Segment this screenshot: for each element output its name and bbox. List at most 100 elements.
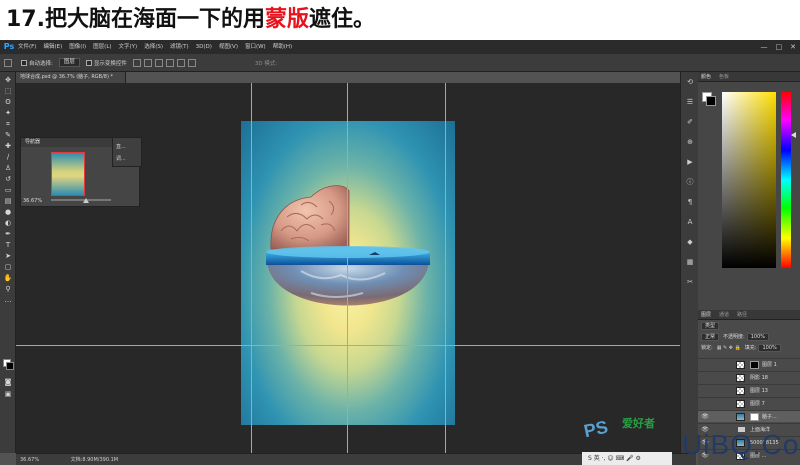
menu-3d[interactable]: 3D(D) (196, 40, 212, 54)
tab-layers[interactable]: 图层 (701, 311, 711, 318)
document-tab[interactable]: 地球合成.psd @ 36.7% (脑子, RGB/8) * (16, 72, 126, 83)
menu-type[interactable]: 文字(Y) (119, 40, 138, 54)
align-left-icon[interactable] (165, 58, 174, 67)
gradient-tool-icon[interactable]: ▤ (3, 197, 13, 206)
navigator-zoom-value[interactable]: 36.67% (23, 198, 42, 204)
move-tool-preset[interactable] (4, 58, 15, 67)
fill-input[interactable]: 100% (758, 343, 781, 352)
auto-select-checkbox[interactable] (21, 59, 27, 66)
opacity-input[interactable]: 100% (746, 332, 769, 341)
navigator-zoom-slider[interactable] (51, 199, 111, 201)
libraries-panel-icon[interactable]: ▦ (685, 258, 695, 267)
minimize-button[interactable]: — (761, 43, 768, 51)
close-button[interactable]: ✕ (790, 43, 796, 51)
dodge-tool-icon[interactable]: ◐ (3, 219, 13, 228)
color-panel-background[interactable] (706, 96, 716, 106)
pen-tool-icon[interactable]: ✒ (3, 230, 13, 239)
align-top-icon[interactable] (132, 58, 141, 67)
align-right-icon[interactable] (187, 58, 196, 67)
healing-brush-tool-icon[interactable]: ✚ (3, 142, 13, 151)
menu-file[interactable]: 文件(F) (18, 40, 36, 54)
brush-tool-icon[interactable]: ∕ (3, 153, 13, 162)
brush-panel-icon[interactable]: ✐ (685, 118, 695, 127)
layer-row[interactable]: 阴影 18 (698, 371, 800, 383)
menu-filter[interactable]: 滤镜(T) (170, 40, 189, 54)
path-selection-tool-icon[interactable]: ➤ (3, 252, 13, 261)
adjustments-tab[interactable]: 调... (116, 155, 126, 162)
quick-mask-icon[interactable]: ◙ (3, 378, 13, 387)
visibility-eye-icon[interactable] (701, 400, 709, 408)
type-tool-icon[interactable]: T (3, 241, 13, 250)
menu-window[interactable]: 窗口(W) (245, 40, 266, 54)
artboard[interactable] (241, 121, 455, 425)
more-tools-icon[interactable]: … (3, 296, 13, 305)
styles-panel-icon[interactable]: ◆ (685, 238, 695, 247)
menu-edit[interactable]: 编辑(E) (43, 40, 62, 54)
screen-mode-icon[interactable]: ▣ (3, 390, 13, 399)
menu-help[interactable]: 帮助(H) (273, 40, 292, 54)
shape-tool-icon[interactable]: ▢ (3, 263, 13, 272)
visibility-eye-icon[interactable] (701, 387, 709, 395)
actions-panel-icon[interactable]: ▶ (685, 158, 695, 167)
tab-paths[interactable]: 路径 (737, 311, 747, 318)
menu-image[interactable]: 图像(I) (69, 40, 86, 54)
paragraph-panel-icon[interactable]: ¶ (685, 198, 695, 207)
crop-tool-icon[interactable]: ⌗ (3, 120, 13, 129)
layer-thumbnail (736, 387, 745, 395)
auto-select-dropdown[interactable]: 图层 (58, 58, 80, 67)
lasso-tool-icon[interactable]: ʘ (3, 98, 13, 107)
blend-mode-dropdown[interactable]: 正常 (701, 332, 720, 341)
hue-slider[interactable] (781, 92, 791, 268)
status-zoom[interactable]: 36.67% (20, 457, 39, 463)
guide-vertical-3[interactable] (445, 83, 446, 453)
align-bottom-icon[interactable] (154, 58, 163, 67)
visibility-eye-icon[interactable] (701, 361, 709, 369)
magic-wand-tool-icon[interactable]: ✦ (3, 109, 13, 118)
maximize-button[interactable]: □ (776, 43, 783, 51)
history-brush-tool-icon[interactable]: ↺ (3, 175, 13, 184)
history-panel-icon[interactable]: ⟲ (685, 78, 695, 87)
info-panel-icon[interactable]: ⓘ (685, 178, 695, 187)
guide-vertical-2[interactable] (347, 83, 348, 453)
guide-horizontal-1[interactable] (16, 345, 696, 346)
tab-swatches[interactable]: 色板 (719, 73, 729, 80)
layer-row[interactable]: 图层 1 (698, 358, 800, 370)
color-picker-field[interactable] (722, 92, 776, 268)
show-transform-option[interactable]: 显示变换控件 (85, 59, 127, 67)
hand-tool-icon[interactable]: ✋ (3, 274, 13, 283)
layer-row[interactable]: 图层 13 (698, 384, 800, 396)
clone-source-icon[interactable]: ⊕ (685, 138, 695, 147)
menu-layer[interactable]: 图层(L) (93, 40, 111, 54)
clone-stamp-tool-icon[interactable]: ♙ (3, 164, 13, 173)
blur-tool-icon[interactable]: ● (3, 208, 13, 217)
tab-color[interactable]: 颜色 (701, 73, 711, 80)
lock-icons[interactable]: ▦ ✎ ✥ 🔒 (717, 345, 741, 351)
visibility-eye-icon[interactable] (701, 374, 709, 382)
hue-slider-handle[interactable] (791, 132, 796, 138)
layer-filter-dropdown[interactable]: 类型 (701, 321, 720, 330)
eyedropper-tool-icon[interactable]: ✎ (3, 131, 13, 140)
eraser-tool-icon[interactable]: ▭ (3, 186, 13, 195)
align-center-icon[interactable] (176, 58, 185, 67)
blend-opacity-row: 正常 不透明度: 100% (698, 331, 800, 342)
tool-presets-icon[interactable]: ✂ (685, 278, 695, 287)
ime-toolbar[interactable]: S 英 ·, ☺ ⌨ 🎤 ⚙ (582, 452, 672, 465)
menu-view[interactable]: 视图(V) (219, 40, 238, 54)
background-color-swatch[interactable] (6, 362, 14, 370)
navigator-thumbnail[interactable] (51, 152, 85, 196)
navigator-zoom-knob[interactable] (83, 198, 89, 203)
tab-channels[interactable]: 通道 (719, 311, 729, 318)
zoom-tool-icon[interactable]: ⚲ (3, 285, 13, 294)
properties-panel-icon[interactable]: ☰ (685, 98, 695, 107)
character-panel-icon[interactable]: A (685, 218, 695, 227)
show-transform-checkbox[interactable] (85, 59, 92, 66)
layer-mask-thumbnail[interactable] (750, 361, 759, 369)
move-tool-icon[interactable]: ✥ (3, 76, 13, 85)
auto-select-option[interactable]: 自动选择: (21, 59, 53, 67)
align-middle-icon[interactable] (143, 58, 152, 67)
histogram-tab[interactable]: 直... (116, 143, 126, 150)
menu-select[interactable]: 选择(S) (144, 40, 163, 54)
guide-vertical-1[interactable] (251, 83, 252, 453)
layer-row[interactable]: 图层 7 (698, 397, 800, 409)
marquee-tool-icon[interactable]: ⬚ (3, 87, 13, 96)
